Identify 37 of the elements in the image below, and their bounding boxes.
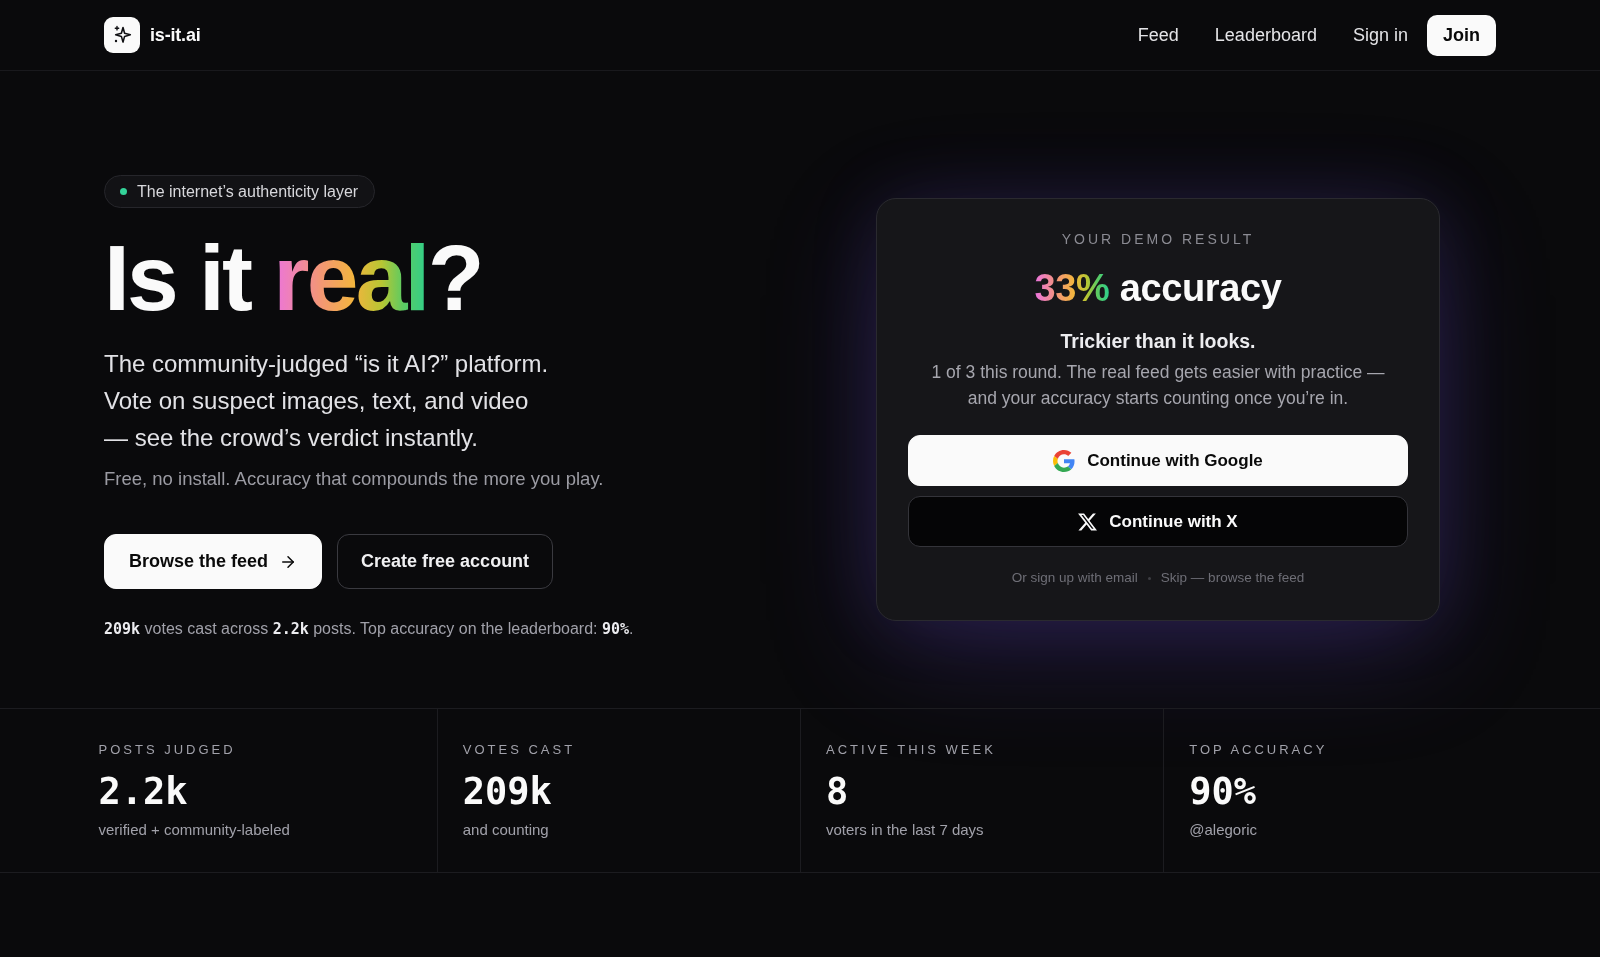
x-logo-icon <box>1078 512 1098 531</box>
text-link[interactable]: Skip — browse the feed <box>1160 569 1305 587</box>
google-icon <box>1053 449 1076 472</box>
text-link[interactable]: Or sign up with email <box>1011 569 1138 587</box>
stat-caption: voters in the last 7 days <box>826 820 985 840</box>
x-sign-in-button[interactable]: Continue with X <box>908 496 1408 547</box>
stat-label: ACTIVE THIS WEEK <box>826 741 997 759</box>
stat-caption: @alegoric <box>1189 820 1258 840</box>
stat-caption: verified + community-labeled <box>98 820 291 840</box>
stat-value: 90% <box>1189 771 1258 813</box>
stats-summary: 209k votes cast across 2.2k posts. Top accuracy on the leaderboard: 90%. <box>104 619 634 640</box>
result-headline: Trickier than it looks. <box>1060 329 1256 354</box>
stat-value: 209k <box>462 771 553 813</box>
stat-value: 2.2k <box>98 771 189 813</box>
create-account-button[interactable]: Create free account <box>337 534 554 589</box>
result-message: 1 of 3 this round. The real feed gets easier with practice — and your accuracy starts counting once you’re in. <box>931 361 1385 410</box>
hero-note: Free, no install. Accuracy that compounds the more you play. <box>104 467 604 491</box>
accuracy-score: 33% accuracy <box>1034 266 1282 311</box>
status-dot-icon <box>120 188 127 195</box>
nav-link[interactable]: Feed <box>1119 16 1197 54</box>
card-eyebrow: YOUR DEMO RESULT <box>1061 230 1255 249</box>
stat-label: POSTS JUDGED <box>98 741 237 759</box>
tagline-text: The internet’s authenticity layer <box>137 182 359 201</box>
separator-dot-icon <box>1147 576 1151 580</box>
nav-link[interactable]: Sign in <box>1334 16 1426 54</box>
stat-caption: and counting <box>462 820 550 840</box>
browse-feed-button[interactable]: Browse the feed <box>104 534 323 589</box>
join-button[interactable]: Join <box>1427 14 1496 56</box>
brand-name: is-it.ai <box>150 24 201 46</box>
stat-label: VOTES CAST <box>462 741 577 759</box>
hero-title: Is it real? <box>104 230 483 326</box>
google-sign-in-button[interactable]: Continue with Google <box>908 435 1408 486</box>
stat-value: 8 <box>826 771 850 813</box>
stat-label: TOP ACCURACY <box>1189 741 1329 759</box>
sparkle-logo-icon <box>104 17 140 53</box>
nav-link[interactable]: Leaderboard <box>1196 16 1335 54</box>
hero-description: The community-judged “is it AI?” platform. Vote on suspect images, text, and video — see the crowd’s verdict instantly. <box>104 349 549 453</box>
